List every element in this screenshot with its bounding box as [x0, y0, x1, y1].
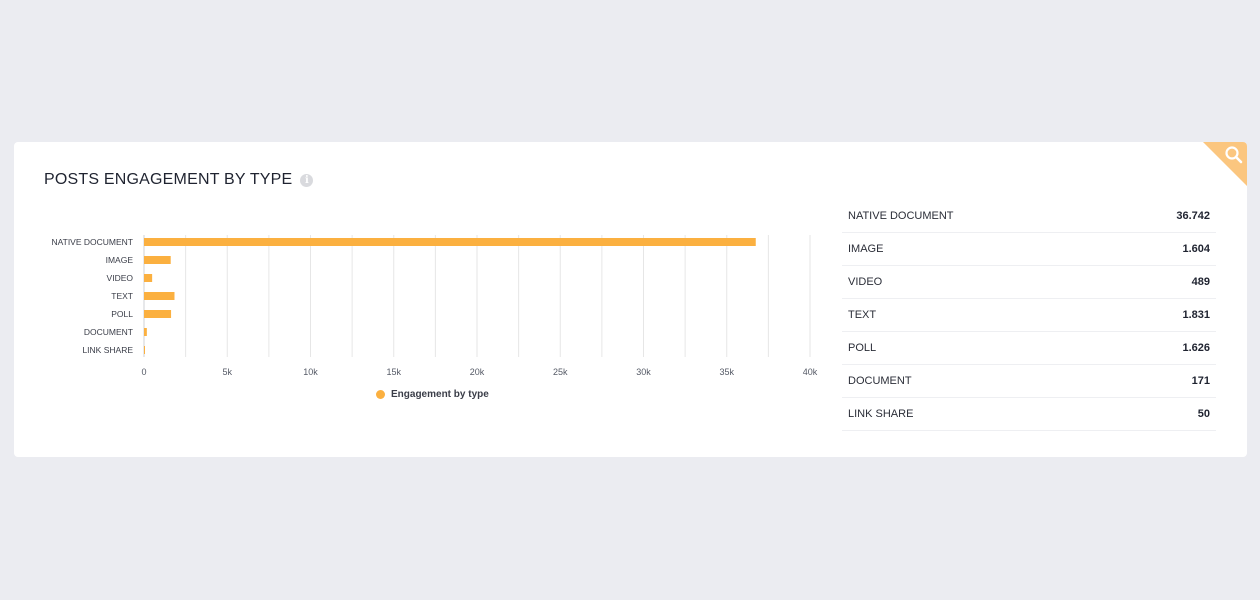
category-label: LINK SHARE — [82, 345, 133, 355]
x-tick-label: 20k — [470, 367, 485, 377]
row-label: LINK SHARE — [848, 408, 914, 420]
table-row: IMAGE 1.604 — [842, 233, 1216, 266]
category-label: POLL — [111, 309, 133, 319]
x-tick-label: 15k — [386, 367, 401, 377]
row-value: 1.626 — [1182, 342, 1210, 354]
x-tick-label: 30k — [636, 367, 651, 377]
row-label: VIDEO — [848, 276, 883, 288]
bar — [144, 346, 145, 354]
category-label: VIDEO — [107, 273, 134, 283]
row-value: 1.831 — [1182, 309, 1210, 321]
row-label: DOCUMENT — [848, 375, 912, 387]
search-icon — [1225, 146, 1243, 164]
x-tick-label: 25k — [553, 367, 568, 377]
table-row: NATIVE DOCUMENT 36.742 — [842, 200, 1216, 233]
engagement-table: NATIVE DOCUMENT 36.742 IMAGE 1.604 VIDEO 489 T… — [842, 200, 1216, 431]
bar — [144, 292, 175, 300]
bar-chart: 0 5k 10k 15k 20k 25k 30k 35k 40k NATIVE DOCUMENT I… — [51, 235, 818, 377]
bar — [144, 310, 172, 318]
row-value: 1.604 — [1182, 243, 1210, 255]
row-label: NATIVE DOCUMENT — [848, 210, 954, 222]
x-tick-label: 5k — [222, 367, 232, 377]
x-tick-label: 0 — [141, 367, 146, 377]
row-value: 50 — [1197, 408, 1210, 420]
bar — [144, 238, 756, 246]
table-row: LINK SHARE 50 — [842, 398, 1216, 431]
row-value: 36.742 — [1176, 210, 1210, 222]
category-label: NATIVE DOCUMENT — [51, 237, 133, 247]
table-row: VIDEO 489 — [842, 266, 1216, 299]
table-row: TEXT 1.831 — [842, 299, 1216, 332]
search-corner-button[interactable] — [1203, 142, 1247, 186]
row-label: POLL — [848, 342, 877, 354]
row-label: TEXT — [848, 309, 877, 321]
category-label: TEXT — [111, 291, 133, 301]
row-value: 171 — [1191, 375, 1210, 387]
row-label: IMAGE — [848, 243, 884, 255]
x-tick-label: 35k — [719, 367, 734, 377]
row-value: 489 — [1191, 276, 1210, 288]
x-tick-label: 40k — [803, 367, 818, 377]
legend-marker — [376, 390, 385, 399]
x-tick-label: 10k — [303, 367, 318, 377]
engagement-card: POSTS ENGAGEMENT BY TYPE i 0 5k 10k 15k 20k 2… — [14, 142, 1247, 457]
table-row: POLL 1.626 — [842, 332, 1216, 365]
table-row: DOCUMENT 171 — [842, 365, 1216, 398]
category-label: DOCUMENT — [84, 327, 133, 337]
legend-label: Engagement by type — [391, 389, 489, 400]
bar — [144, 328, 147, 336]
bar — [144, 256, 171, 264]
chart-legend[interactable]: Engagement by type — [376, 389, 489, 400]
category-label: IMAGE — [106, 255, 134, 265]
bar — [144, 274, 153, 282]
